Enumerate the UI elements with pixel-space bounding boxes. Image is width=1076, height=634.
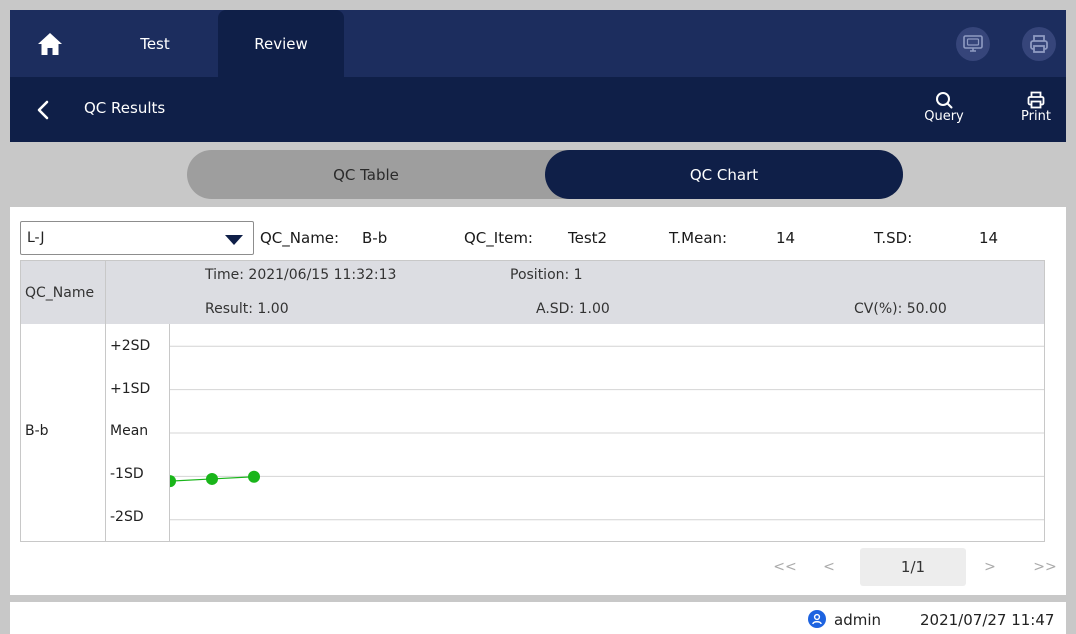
prev-page-button[interactable]: <	[819, 547, 839, 587]
sub-header: QC Results Query Print	[10, 77, 1066, 142]
top-nav-bar: Test Review	[10, 10, 1066, 77]
target-sd-value: 14	[979, 229, 999, 247]
top-print-button[interactable]	[1022, 27, 1056, 61]
lis-icon	[963, 35, 983, 52]
current-user: admin	[834, 611, 881, 629]
qc-item-label: QC_Item:	[464, 229, 533, 247]
selected-point-time: Time: 2021/06/15 11:32:13	[205, 267, 397, 283]
axis-label-plus-2sd: +2SD	[110, 338, 151, 354]
grid-header: QC_Name Time: 2021/06/15 11:32:13 Positi…	[21, 261, 1044, 324]
chart-type-select[interactable]: L-J	[20, 221, 254, 255]
qc-name-column-header: QC_Name	[21, 261, 106, 324]
query-button[interactable]: Query	[914, 91, 974, 124]
axis-label-minus-1sd: -1SD	[110, 466, 144, 482]
status-bar: admin 2021/07/27 11:47	[10, 602, 1066, 634]
home-button[interactable]	[10, 10, 90, 77]
selected-point-result: Result: 1.00	[205, 301, 289, 317]
home-icon	[38, 32, 62, 55]
actual-sd: A.SD: 1.00	[536, 301, 610, 317]
axis-label-minus-2sd: -2SD	[110, 509, 144, 525]
tab-qc-chart-label: QC Chart	[689, 165, 759, 184]
first-page-button[interactable]: <<	[770, 547, 800, 587]
axis-label-mean: Mean	[110, 423, 149, 439]
next-page-button[interactable]: >	[980, 547, 1000, 587]
view-switch: QC Table QC Chart	[187, 150, 903, 199]
qc-name-cell: B-b	[21, 324, 106, 541]
page-indicator: 1/1	[860, 548, 966, 586]
printer-icon	[1030, 35, 1048, 53]
chart-type-value: L-J	[27, 230, 45, 246]
last-page-button[interactable]: >>	[1030, 547, 1060, 587]
qc-name-row-value: B-b	[25, 423, 49, 439]
levey-jennings-plot[interactable]	[170, 324, 1044, 541]
back-button[interactable]	[28, 95, 58, 125]
qc-chart-grid: QC_Name Time: 2021/06/15 11:32:13 Positi…	[20, 260, 1045, 542]
system-clock: 2021/07/27 11:47	[920, 611, 1055, 629]
qc-chart-panel: L-J QC_Name: B-b QC_Item: Test2 T.Mean: …	[10, 207, 1066, 595]
tab-qc-chart[interactable]: QC Chart	[545, 150, 903, 199]
qc-name-label: QC_Name:	[260, 229, 340, 247]
target-mean-value: 14	[776, 229, 796, 247]
app-window: Test Review QC Results Query Print QC Ta…	[0, 0, 1076, 634]
search-icon	[936, 92, 953, 109]
tab-test-label: Test	[140, 34, 170, 53]
sd-axis: +2SD +1SD Mean -1SD -2SD	[106, 324, 170, 541]
print-label: Print	[1021, 109, 1051, 124]
qc-data-point-1[interactable]	[170, 475, 176, 488]
tab-review[interactable]: Review	[218, 10, 344, 77]
page-title: QC Results	[84, 99, 166, 117]
print-icon	[1027, 91, 1045, 109]
tab-qc-table[interactable]: QC Table	[187, 150, 545, 199]
tab-review-label: Review	[254, 34, 308, 53]
user-icon	[808, 610, 826, 628]
tab-qc-table-label: QC Table	[333, 165, 399, 184]
target-sd-label: T.SD:	[874, 229, 913, 247]
qc-item-value: Test2	[568, 229, 608, 247]
qc-data-point-2[interactable]	[206, 472, 218, 485]
cv-percent: CV(%): 50.00	[854, 301, 947, 317]
print-button[interactable]: Print	[1006, 91, 1066, 124]
chevron-left-icon	[37, 100, 49, 120]
qc-name-value: B-b	[362, 229, 388, 247]
dropdown-arrow-icon	[225, 235, 243, 245]
query-label: Query	[924, 109, 964, 124]
axis-label-plus-1sd: +1SD	[110, 381, 151, 397]
target-mean-label: T.Mean:	[669, 229, 728, 247]
qc-data-point-3[interactable]	[248, 470, 260, 483]
tab-test[interactable]: Test	[92, 10, 218, 77]
selected-point-position: Position: 1	[510, 267, 583, 283]
lis-button[interactable]	[956, 27, 990, 61]
